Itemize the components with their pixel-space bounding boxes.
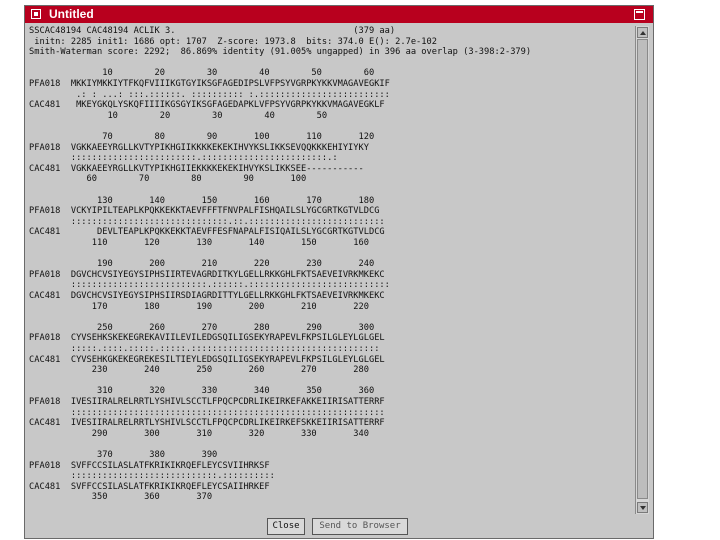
scroll-up-arrow-icon[interactable]: [637, 27, 648, 38]
send-to-browser-button[interactable]: Send to Browser: [312, 518, 408, 535]
alignment-line: .: : ...: :::.::::::. :::::::::: :.:::::…: [29, 89, 390, 100]
alignment-line: ::::::::::::::::::::::::::.::::::.::::::…: [29, 280, 390, 291]
alignment-line: ::::::::::::::::::::::::::::::::::::::::…: [29, 407, 385, 418]
alignment-line: CAC481 CYVSEHKGKEKEGREKESILTIEYLEDGSQILI…: [29, 354, 385, 365]
alignment-line: ::::::::::::::::::::::::::::.::::::::::: [29, 471, 275, 482]
window-title: Untitled: [49, 7, 94, 21]
alignment-line: 170 180 190 200 210 220: [29, 301, 369, 312]
alignment-line: CAC481 MKEYGKQLYSKQFIIIIKGSGYIKSGFAGEDAP…: [29, 100, 385, 111]
alignment-line: PFA018 VGKKAEEYRGLLKVTYPIKHGIIKKKKEKEKIH…: [29, 142, 369, 153]
alignment-line: 230 240 250 260 270 280: [29, 365, 369, 376]
alignment-line: 310 320 330 340 350 360: [29, 386, 375, 397]
alignment-line: 250 260 270 280 290 300: [29, 322, 375, 333]
scroll-thumb[interactable]: [637, 39, 648, 499]
maximize-icon[interactable]: [634, 9, 645, 20]
alignment-line: PFA018 MKKIYMKKIYTFKQFVIIIKGTGYIKSGFAGED…: [29, 79, 390, 89]
alignment-line: 10 20 30 40 50: [29, 110, 328, 121]
alignment-line: PFA018 DGVCHCVSIYEGYSIPHSIIRTEVAGRDITKYL…: [29, 269, 385, 280]
alignment-line: ::::::::::::::::::::::::::::::.::.::::::…: [29, 216, 385, 227]
alignment-line: CAC481 DGVCHCVSIYEGYSIPHSIIRSDIAGRDITTYL…: [29, 291, 385, 301]
alignment-line: CAC481 DEVLTEAPLKPQKKEKKTAEVFFESFNAPALFI…: [29, 227, 385, 238]
alignment-window: Untitled SSCAC48194 CAC48194 ACLIK 3. (3…: [24, 5, 654, 539]
vertical-scrollbar[interactable]: [635, 26, 649, 514]
alignment-line: PFA018 VCKYIPILTEAPLKPQKKEKKTAEVFFFTFNVP…: [29, 206, 380, 217]
alignment-line: 190 200 210 220 230 240: [29, 259, 375, 270]
alignment-line: CAC481 VGKKAEEYRGLLKVTYPIKHGIIEKKKKEKEKI…: [29, 163, 364, 174]
close-button[interactable]: Close: [267, 518, 305, 535]
alignment-line: 60 70 80 90 100: [29, 174, 307, 185]
alignment-line: 370 380 390: [29, 450, 218, 460]
alignment-line: PFA018 CYVSEHKSKEKEGREKAVIILEVILEDGSQILI…: [29, 333, 385, 344]
alignment-line: CAC481 SVFFCCSILASLATFKRIKIKRQEFLEYCSAII…: [29, 481, 270, 492]
scroll-down-arrow-icon[interactable]: [637, 502, 648, 513]
alignment-line: PFA018 IVESIIRALRELRRTLYSHIVLSCCTLFPQCPC…: [29, 397, 385, 407]
alignment-line: initn: 2285 init1: 1686 opt: 1707 Z-scor…: [29, 36, 437, 47]
alignment-line: 110 120 130 140 150 160: [29, 238, 369, 248]
alignment-line: 290 300 310 320 330 340: [29, 428, 369, 439]
alignment-line: CAC481 IVESIIRALRELRRTLYSHIVLSCCTLFPQCPC…: [29, 418, 385, 429]
alignment-line: 10 20 30 40 50 60: [29, 68, 375, 79]
alignment-text-area[interactable]: SSCAC48194 CAC48194 ACLIK 3. (379 aa) in…: [29, 26, 632, 514]
alignment-line: ::::::::::::::::::::::::.:::::::::::::::…: [29, 153, 338, 164]
alignment-line: SSCAC48194 CAC48194 ACLIK 3. (379 aa): [29, 26, 396, 36]
alignment-line: Smith-Waterman score: 2292; 86.869% iden…: [29, 47, 532, 58]
title-bar[interactable]: Untitled: [25, 6, 653, 23]
alignment-line: 70 80 90 100 110 120: [29, 132, 375, 142]
alignment-line: 130 140 150 160 170 180: [29, 195, 375, 206]
alignment-line: :::::.::::.:::::.:::::.:::::::::::::::::…: [29, 344, 380, 354]
alignment-line: PFA018 SVFFCCSILASLATFKRIKIKRQEFLEYCSVII…: [29, 460, 270, 471]
window-menu-icon[interactable]: [31, 9, 41, 19]
alignment-line: 350 360 370: [29, 492, 213, 503]
